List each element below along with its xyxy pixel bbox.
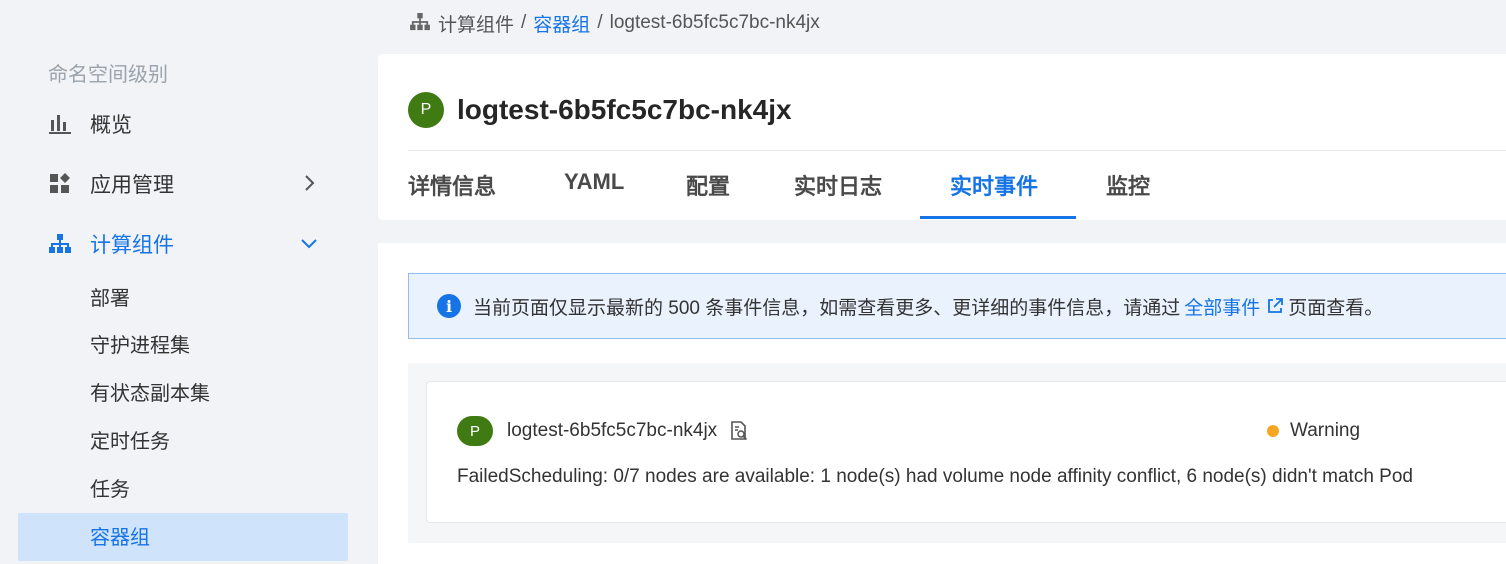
sidebar-item-label: 计算组件 [90,234,174,257]
sidebar-subitem-deployments[interactable]: 部署 [90,284,130,314]
tab-details[interactable]: 详情信息 [408,169,496,201]
breadcrumb-compute: 计算组件 [438,14,515,36]
sidebar: 命名空间级别 概览 应用管理 计算组件 部署 守护进程集 有状态副本集 定时任务… [0,0,378,564]
sidebar-subitem-jobs[interactable]: 任务 [90,475,130,505]
breadcrumb-separator: / [521,12,527,33]
events-panel: i 当前页面仅显示最新的 500 条事件信息，如需查看更多、更详细的事件信息，请… [378,243,1506,564]
tab-monitoring[interactable]: 监控 [1106,169,1150,201]
sidebar-subitem-daemonsets[interactable]: 守护进程集 [90,331,190,361]
events-list: P logtest-6b5fc5c7bc-nk4jx Warning Faile… [408,363,1506,543]
app-root: 命名空间级别 概览 应用管理 计算组件 部署 守护进程集 有状态副本集 定时任务… [0,0,1506,564]
sidebar-item-label: 应用管理 [90,174,174,197]
tab-config[interactable]: 配置 [686,169,730,201]
sidebar-active-highlight [18,513,348,561]
chevron-right-icon [298,172,320,194]
sidebar-subitem-cronjobs[interactable]: 定时任务 [90,427,170,457]
tab-yaml[interactable]: YAML [564,169,624,195]
breadcrumb-separator: / [597,12,603,33]
tab-realtime-events[interactable]: 实时事件 [950,169,1038,201]
breadcrumb-pods-link[interactable]: 容器组 [533,10,590,37]
event-status-label: Warning [1290,420,1361,441]
event-header: P logtest-6b5fc5c7bc-nk4jx [457,416,749,446]
active-tab-indicator [920,216,1076,219]
chevron-down-icon [298,232,320,254]
tab-realtime-logs[interactable]: 实时日志 [794,169,882,201]
bar-chart-icon [48,112,72,136]
sidebar-item-app-management[interactable]: 应用管理 [48,164,328,204]
info-notice: i 当前页面仅显示最新的 500 条事件信息，如需查看更多、更详细的事件信息，请… [408,273,1506,339]
pod-badge: P [408,92,444,128]
event-item: P logtest-6b5fc5c7bc-nk4jx Warning Faile… [426,381,1506,523]
breadcrumb-current: logtest-6b5fc5c7bc-nk4jx [609,12,820,33]
pod-badge: P [457,416,493,446]
sidebar-item-label: 概览 [90,114,132,137]
all-events-link[interactable]: 全部事件 [1184,293,1284,320]
pod-name: logtest-6b5fc5c7bc-nk4jx [457,94,792,125]
document-search-icon[interactable] [729,420,749,442]
all-events-link-label: 全部事件 [1184,297,1261,319]
sidebar-subitem-pods[interactable]: 容器组 [90,523,150,553]
notice-suffix: 页面查看。 [1288,297,1384,319]
pod-header-card: P logtest-6b5fc5c7bc-nk4jx 详情信息 YAML 配置 … [378,54,1506,220]
hierarchy-icon [410,13,430,33]
sidebar-item-overview[interactable]: 概览 [48,104,328,144]
apps-icon [48,172,72,196]
hierarchy-icon [48,232,72,256]
event-pod-name: logtest-6b5fc5c7bc-nk4jx [507,420,718,441]
tab-bar: 详情信息 YAML 配置 实时日志 实时事件 监控 [378,150,1506,220]
page-title: P logtest-6b5fc5c7bc-nk4jx [408,92,792,128]
info-icon: i [437,294,461,318]
sidebar-section-label: 命名空间级别 [48,64,168,86]
external-link-icon [1268,298,1284,313]
notice-text: 当前页面仅显示最新的 500 条事件信息，如需查看更多、更详细的事件信息，请通过 [473,297,1181,319]
breadcrumb: 计算组件 / 容器组 / logtest-6b5fc5c7bc-nk4jx [410,10,820,36]
sidebar-item-compute[interactable]: 计算组件 [48,224,328,264]
status-badge: Warning [1267,420,1360,442]
sidebar-subitem-statefulsets[interactable]: 有状态副本集 [90,379,210,409]
event-message: FailedScheduling: 0/7 nodes are availabl… [457,466,1413,487]
warning-dot [1267,425,1279,437]
